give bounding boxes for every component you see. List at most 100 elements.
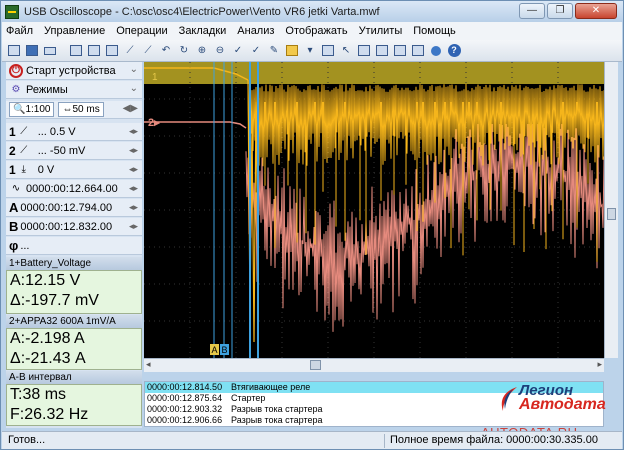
ch2-measure-box: A:-2.198 A Δ:-21.43 A — [6, 328, 142, 370]
zoom-icon[interactable] — [104, 43, 120, 59]
phase-label: φ — [9, 238, 19, 253]
vertical-scrollbar[interactable] — [604, 62, 618, 358]
event-time: 0000:00:12.875.64 — [147, 393, 223, 403]
toolbar-separator — [60, 43, 66, 59]
table-icon[interactable] — [356, 43, 372, 59]
status-text: Готов... — [8, 434, 46, 446]
ratio-select[interactable]: 🔍1:100 — [9, 102, 55, 117]
control-panel: ⏻ Старт устройства ⌄ ⚙ Режимы ⌄ 🔍1:100 ⇔… — [6, 62, 142, 428]
event-text: Втягивающее реле — [231, 382, 311, 392]
timebase-select[interactable]: ⇔50 ms — [58, 102, 104, 117]
channel-2-scale: ... -50 mV — [37, 144, 86, 157]
cursor-a-row[interactable]: A 0000:00:12.794.00 ◂▸ — [6, 199, 142, 217]
phase-row[interactable]: φ ... — [6, 237, 142, 255]
close-button[interactable]: ✕ — [575, 3, 617, 19]
ch1-value-a: A:12.15 V — [10, 272, 81, 289]
start-device-label: Старт устройства — [26, 64, 116, 77]
app-window: USB Oscilloscope - C:\osc\osc4\ElectricP… — [0, 0, 624, 450]
open-file-icon[interactable] — [6, 43, 22, 59]
menu-operations[interactable]: Операции — [116, 25, 167, 37]
status-bar: Готов... Полное время файла: 0000:00:30.… — [2, 431, 622, 449]
channel-2-icon[interactable]: ⟋ — [140, 43, 156, 59]
ch2-measure-header: 2+APPA32 600A 1mV/A — [6, 315, 142, 328]
cursor-a-label: A — [9, 200, 19, 215]
oscilloscope-display[interactable]: 1 2▸ A B — [144, 62, 604, 358]
channel-2-row[interactable]: 2 ⟋ ... -50 mV ◂▸ — [6, 142, 142, 160]
offset-row[interactable]: ∿ 0000:00:12.664.00 ◂▸ — [6, 180, 142, 198]
ch1-measure-box: A:12.15 V Δ:-197.7 mV — [6, 270, 142, 314]
offset-time: 0000:00:12.664.00 — [26, 182, 118, 195]
wave-icon: ∿ — [11, 183, 21, 194]
pane-icon[interactable] — [392, 43, 408, 59]
timebase-arrows-icon[interactable]: ◀▶ — [123, 103, 138, 114]
copy-icon[interactable] — [68, 43, 84, 59]
ch1-measure-header: 1+Battery_Voltage — [6, 257, 142, 270]
coupling-icon: ⟋ — [20, 145, 28, 156]
cursor-b-row[interactable]: B 0000:00:12.832.00 ◂▸ — [6, 218, 142, 236]
scroll-right-icon[interactable]: ▸ — [597, 359, 602, 370]
scroll-left-icon[interactable]: ◂ — [146, 359, 151, 370]
scale-in-icon[interactable]: ⊕ — [194, 43, 210, 59]
ab-period: T:38 ms — [10, 386, 67, 403]
restore-button[interactable]: ❐ — [547, 3, 573, 19]
help-icon[interactable]: ? — [446, 43, 462, 59]
ab-frequency: F:26.32 Hz — [10, 406, 89, 423]
check-icon[interactable]: ✓ — [230, 43, 246, 59]
layout-icon[interactable] — [410, 43, 426, 59]
ratio-value: 1:100 — [25, 104, 51, 115]
menu-view[interactable]: Отображать — [285, 25, 347, 37]
cursor-icon[interactable]: ↖ — [338, 43, 354, 59]
menu-file[interactable]: Файл — [6, 25, 33, 37]
waveform-canvas[interactable]: 1 2▸ A B — [144, 62, 604, 358]
swoosh-icon — [501, 387, 517, 411]
save-file-icon[interactable] — [24, 43, 40, 59]
minimize-button[interactable]: — — [519, 3, 545, 19]
channel-settings-icon[interactable]: ◂▸ — [129, 126, 138, 137]
grid-icon[interactable] — [320, 43, 336, 59]
paste-icon[interactable] — [86, 43, 102, 59]
menu-utilities[interactable]: Утилиты — [359, 25, 403, 37]
menu-analysis[interactable]: Анализ — [237, 25, 274, 37]
menu-bookmarks[interactable]: Закладки — [179, 25, 227, 37]
start-device-button[interactable]: ⏻ Старт устройства ⌄ — [6, 62, 142, 80]
channel-1-row[interactable]: 1 ⟋ ... 0.5 V ◂▸ — [6, 123, 142, 141]
timebase-value: 50 ms — [72, 104, 100, 115]
window-list-icon[interactable] — [374, 43, 390, 59]
coupling-icon: ⟋ — [20, 126, 28, 137]
channel-1-icon[interactable]: ⟋ — [122, 43, 138, 59]
folder-icon[interactable] — [284, 43, 300, 59]
scale-out-icon[interactable]: ⊖ — [212, 43, 228, 59]
window-title: USB Oscilloscope - C:\osc\osc4\ElectricP… — [24, 5, 380, 18]
vertical-scroll-thumb[interactable] — [607, 208, 616, 220]
cursor-b-tag: B — [222, 345, 228, 355]
cursor-b-settings-icon[interactable]: ◂▸ — [129, 221, 138, 232]
check-all-icon[interactable]: ✓ — [248, 43, 264, 59]
event-text: Разрыв тока стартера — [231, 404, 323, 414]
file-duration: Полное время файла: 0000:00:30.335.00 — [390, 434, 598, 446]
trigger-row[interactable]: 1 ⤓ 0 V ◂▸ — [6, 161, 142, 179]
trigger-channel: 1 — [9, 162, 16, 177]
oscilloscope-app-icon — [5, 4, 19, 19]
chevron-down-icon: ⌄ — [129, 64, 138, 75]
horizontal-scrollbar[interactable]: ◂ ▸ — [144, 358, 604, 372]
menu-bar: Файл Управление Операции Закладки Анализ… — [2, 22, 622, 40]
offset-settings-icon[interactable]: ◂▸ — [129, 183, 138, 194]
channel-settings-icon[interactable]: ◂▸ — [129, 145, 138, 156]
menu-help[interactable]: Помощь — [413, 25, 456, 37]
event-text: Стартер — [231, 393, 266, 403]
cursor-a-settings-icon[interactable]: ◂▸ — [129, 202, 138, 213]
channel-2-number: 2 — [9, 143, 16, 158]
bookmark-icon[interactable]: ▾ — [302, 43, 318, 59]
edit-icon[interactable]: ✎ — [266, 43, 282, 59]
print-icon[interactable] — [42, 43, 58, 59]
trigger-settings-icon[interactable]: ◂▸ — [129, 164, 138, 175]
menu-control[interactable]: Управление — [44, 25, 105, 37]
refresh-icon[interactable]: ↻ — [176, 43, 192, 59]
info-icon[interactable] — [428, 43, 444, 59]
horizontal-scroll-thumb[interactable] — [310, 360, 321, 370]
window-controls: — ❐ ✕ — [519, 3, 617, 19]
watermark-line2: Автодата — [519, 396, 606, 413]
undo-icon[interactable]: ↶ — [158, 43, 174, 59]
modes-button[interactable]: ⚙ Режимы ⌄ — [6, 81, 142, 99]
channel-1-number: 1 — [9, 124, 16, 139]
